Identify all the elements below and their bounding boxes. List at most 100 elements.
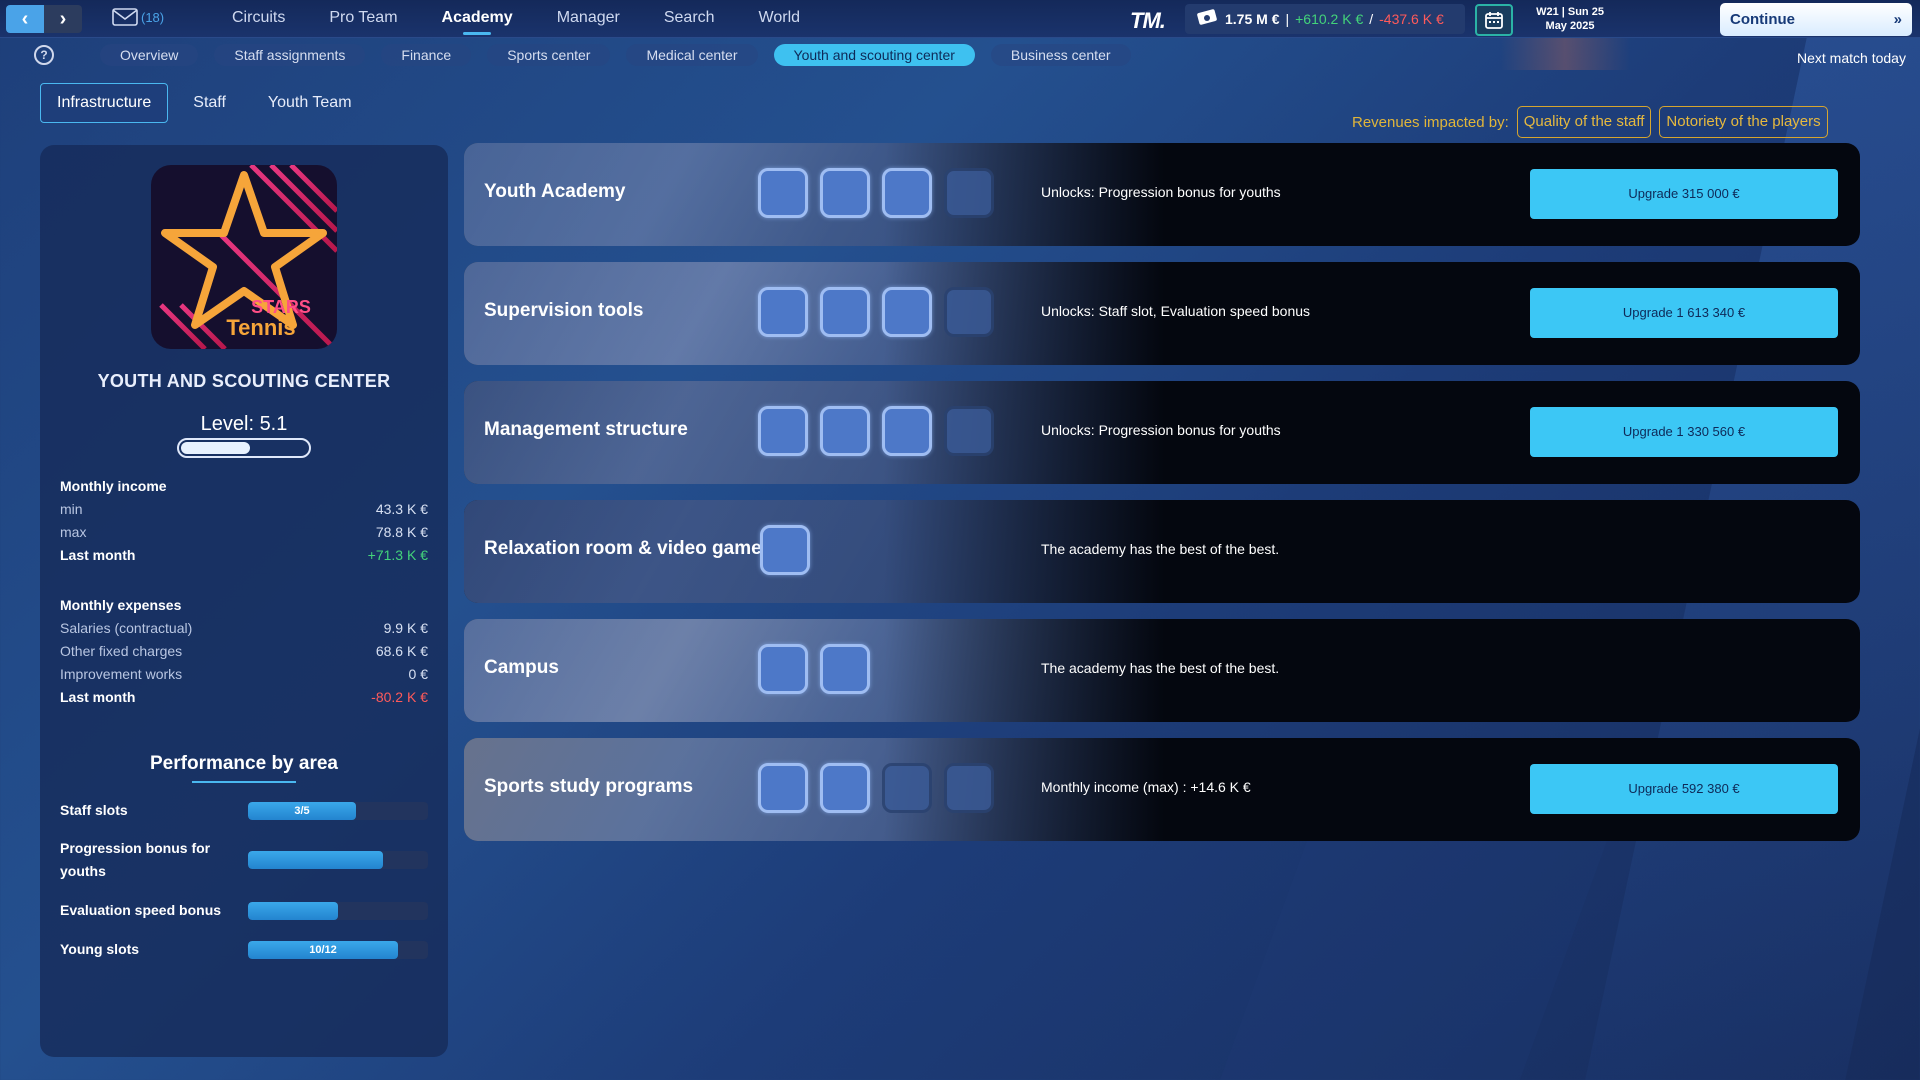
top-bar: ‹ › (18) Circuits Pro Team Academy Manag… (0, 0, 1920, 38)
expense-last-month: Last month -80.2 K € (60, 689, 428, 705)
tab-overview[interactable]: Overview (100, 44, 199, 66)
mail-count: (18) (141, 9, 165, 25)
center-title: YOUTH AND SCOUTING CENTER (97, 371, 391, 391)
monthly-expenses-heading: Monthly expenses (60, 597, 182, 613)
level-slot-empty (944, 406, 994, 456)
infrastructure-row-supervision-tools: Supervision tools Unlocks: Staff slot, Ev… (464, 262, 1860, 365)
center-summary-panel: STARS Tennis YOUTH AND SCOUTING CENTER L… (40, 145, 448, 1057)
main-nav: Circuits Pro Team Academy Manager Search… (210, 0, 822, 38)
level-progress-bar (177, 438, 311, 458)
level-display: Level: 5.1 (200, 413, 288, 435)
level-slot-filled (882, 287, 932, 337)
infrastructure-row-relaxation-room-video-games: Relaxation room & video games The academy… (464, 500, 1860, 603)
level-slot-filled (758, 406, 808, 456)
level-slot-filled (820, 287, 870, 337)
level-slot-filled (882, 168, 932, 218)
academy-subtabs: Overview Staff assignments Finance Sport… (100, 44, 1131, 66)
revenues-label: Revenues impacted by: (1352, 113, 1509, 131)
background-stripe (1205, 820, 1615, 1080)
mail-button[interactable]: (18) (112, 8, 164, 26)
level-slot-filled (820, 644, 870, 694)
performance-title: Performance by area (150, 753, 338, 774)
level-value: 5.1 (259, 413, 288, 435)
tab-medical-center[interactable]: Medical center (626, 44, 758, 66)
club-logo: STARS Tennis (151, 165, 337, 349)
perf-young-slots: Young slots 10/12 (60, 938, 428, 961)
infrastructure-row-campus: Campus The academy has the best of the be… (464, 619, 1860, 722)
infrastructure-name: Management structure (484, 419, 688, 440)
perf-progression-bonus: Progression bonus for youths (60, 837, 428, 883)
infrastructure-row-sports-study-programs: Sports study programs Monthly income (max… (464, 738, 1860, 841)
nav-academy[interactable]: Academy (420, 0, 535, 38)
upgrade-button[interactable]: Upgrade 1 330 560 € (1530, 407, 1838, 457)
level-slots (758, 644, 870, 694)
revenues-impacted: Revenues impacted by: Quality of the sta… (1352, 106, 1828, 138)
level-slot-empty (944, 168, 994, 218)
tab-business-center[interactable]: Business center (990, 44, 1131, 66)
infrastructure-description: The academy has the best of the best. (1041, 660, 1280, 676)
nav-pro-team[interactable]: Pro Team (307, 0, 419, 38)
level-slot-filled (758, 168, 808, 218)
infrastructure-row-management-structure: Management structure Unlocks: Progression… (464, 381, 1860, 484)
history-nav: ‹ › (6, 5, 82, 33)
brand-logo: TM. (1130, 8, 1166, 33)
next-match-label: Next match today (1797, 50, 1906, 66)
expense-row: Improvement works 0 € (60, 666, 428, 682)
tab-staff[interactable]: Staff (176, 83, 243, 123)
nav-search[interactable]: Search (642, 0, 737, 38)
level-slots (760, 525, 810, 575)
calendar-icon (1485, 12, 1503, 29)
upgrade-button[interactable]: Upgrade 315 000 € (1530, 169, 1838, 219)
calendar-button[interactable] (1475, 4, 1513, 36)
level-slot-filled (758, 644, 808, 694)
level-slot-filled (820, 168, 870, 218)
infrastructure-name: Campus (484, 657, 559, 678)
infrastructure-description: Monthly income (max) : +14.6 K € (1041, 779, 1251, 795)
perf-staff-slots: Staff slots 3/5 (60, 799, 428, 822)
revenue-tag[interactable]: Notoriety of the players (1659, 106, 1828, 138)
double-chevron-icon: » (1893, 11, 1902, 28)
current-date: W21 | Sun 25 May 2025 (1536, 6, 1604, 32)
tab-sports-center[interactable]: Sports center (487, 44, 611, 66)
monthly-expenses-section: Monthly expenses Salaries (contractual) 9… (60, 594, 428, 709)
mail-icon (112, 8, 138, 26)
forward-button[interactable]: › (44, 5, 82, 33)
tab-youth-scouting-center[interactable]: Youth and scouting center (773, 44, 975, 66)
level-slot-empty (882, 763, 932, 813)
performance-underline (192, 781, 296, 783)
continue-button[interactable]: Continue » (1720, 3, 1912, 36)
infrastructure-name: Relaxation room & video games (484, 538, 773, 559)
revenue-tag[interactable]: Quality of the staff (1516, 106, 1652, 138)
money-icon (1197, 9, 1217, 25)
level-slot-filled (882, 406, 932, 456)
nav-circuits[interactable]: Circuits (210, 0, 307, 38)
level-slot-filled (758, 763, 808, 813)
help-icon[interactable]: ? (34, 45, 54, 65)
level-slot-filled (760, 525, 810, 575)
finance-summary[interactable]: 1.75 M € | +610.2 K € / -437.6 K € (1185, 4, 1465, 34)
level-slot-filled (758, 287, 808, 337)
infrastructure-description: The academy has the best of the best. (1041, 541, 1280, 557)
income-row: min 43.3 K € (60, 501, 428, 517)
level-slots (758, 287, 994, 337)
infrastructure-description: Unlocks: Staff slot, Evaluation speed bo… (1041, 303, 1311, 319)
nav-world[interactable]: World (737, 0, 823, 38)
upgrade-button[interactable]: Upgrade 1 613 340 € (1530, 288, 1838, 338)
back-button[interactable]: ‹ (6, 5, 44, 33)
nav-manager[interactable]: Manager (535, 0, 642, 38)
expense-row: Other fixed charges 68.6 K € (60, 643, 428, 659)
level-slot-empty (944, 763, 994, 813)
section-tabs: Infrastructure Staff Youth Team (40, 83, 369, 123)
tab-finance[interactable]: Finance (381, 44, 472, 66)
perf-evaluation-speed: Evaluation speed bonus (60, 899, 428, 922)
infrastructure-name: Supervision tools (484, 300, 644, 321)
infrastructure-row-youth-academy: Youth Academy Unlocks: Progression bonus … (464, 143, 1860, 246)
level-slots (758, 168, 994, 218)
tab-staff-assignments[interactable]: Staff assignments (214, 44, 366, 66)
tab-youth-team[interactable]: Youth Team (251, 83, 369, 123)
balance-value: 1.75 M € (1225, 11, 1280, 27)
monthly-income-section: Monthly income min 43.3 K € max 78.8 K € L… (60, 475, 428, 567)
upgrade-button[interactable]: Upgrade 592 380 € (1530, 764, 1838, 814)
tab-infrastructure[interactable]: Infrastructure (40, 83, 169, 123)
level-slot-filled (820, 406, 870, 456)
